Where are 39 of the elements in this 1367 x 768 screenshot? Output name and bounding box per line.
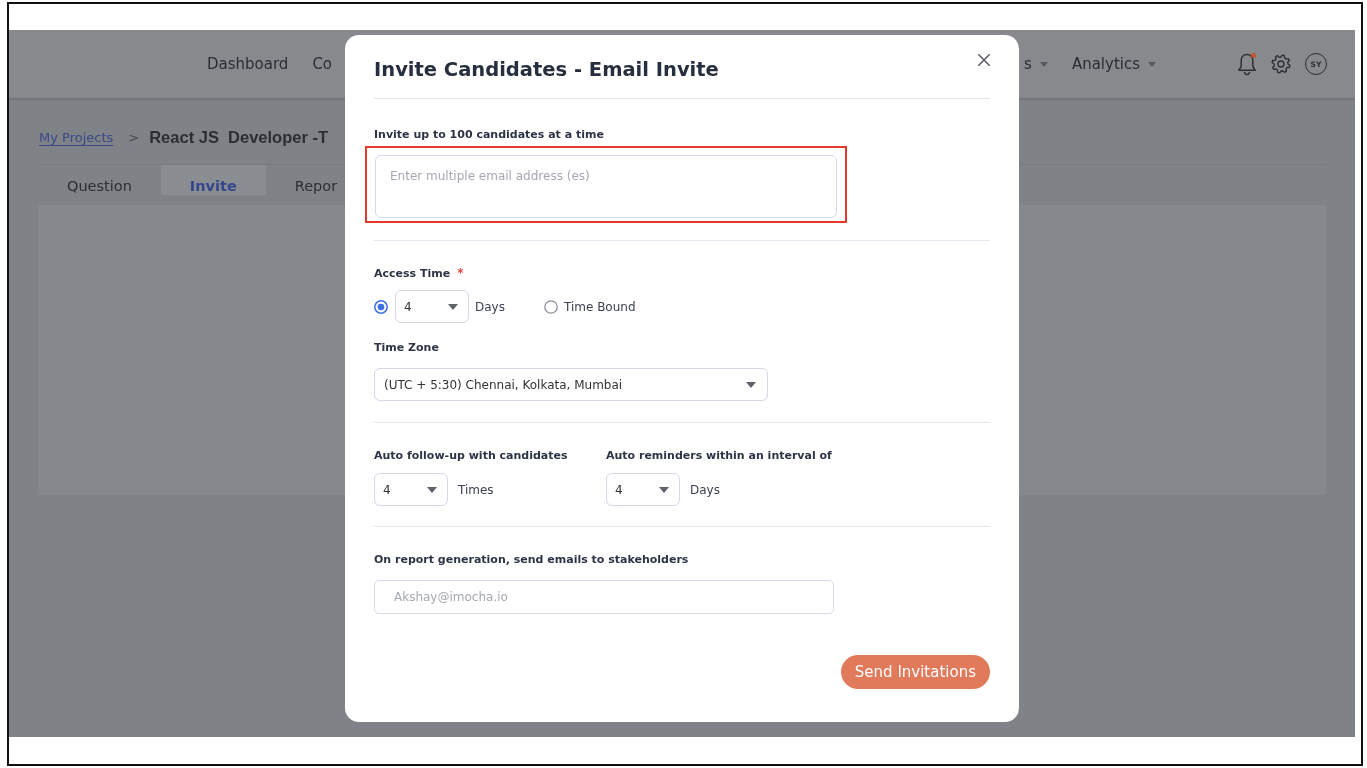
- unit-label: Days: [690, 482, 720, 497]
- nav-menu-item[interactable]: Co: [312, 55, 333, 73]
- send-invitations-button[interactable]: Send Invitations: [840, 655, 990, 689]
- stakeholder-email-field[interactable]: Akshay@imocha.io: [374, 580, 834, 614]
- field-label: Invite up to 100 candidates at a time: [374, 127, 604, 143]
- close-button[interactable]: [978, 54, 990, 66]
- page-title: React JS Developer -T: [149, 127, 329, 147]
- field-label: Auto reminders within an interval of: [606, 448, 832, 464]
- close-icon: [978, 54, 990, 66]
- bell-icon[interactable]: [1237, 52, 1257, 76]
- caret-icon: [427, 486, 437, 493]
- radio-button[interactable]: [543, 299, 558, 314]
- breadcrumb-separator: >: [128, 129, 140, 145]
- field-label: Time Zone: [374, 340, 439, 356]
- count-dropdown[interactable]: 4: [374, 473, 448, 506]
- nav-menu-item[interactable]: s: [1024, 55, 1048, 73]
- email-input-field[interactable]: Enter multiple email address (es): [375, 155, 837, 218]
- days-dropdown[interactable]: 4: [395, 290, 469, 323]
- modal-title: Invite Candidates - Email Invite: [374, 57, 719, 83]
- nav-menu-item[interactable]: Dashboard: [207, 55, 289, 73]
- count-dropdown[interactable]: 4: [606, 473, 680, 506]
- field-label: On report generation, send emails to stakeholders: [374, 552, 689, 568]
- radio-label[interactable]: Time Bound: [563, 299, 636, 314]
- caret-icon: [659, 486, 669, 493]
- unit-label: Times: [458, 482, 494, 497]
- unit-label: Days: [475, 299, 505, 314]
- caret-icon: [448, 303, 458, 310]
- tab[interactable]: Repor: [265, 165, 338, 195]
- tab[interactable]: Invite: [160, 165, 266, 195]
- timezone-dropdown[interactable]: (UTC + 5:30) Chennai, Kolkata, Mumbai: [374, 368, 768, 401]
- radio-button[interactable]: [374, 299, 388, 314]
- nav-menu-item[interactable]: Analytics: [1071, 55, 1156, 73]
- caret-icon: [746, 381, 756, 388]
- breadcrumb-link[interactable]: My Projects: [39, 129, 114, 145]
- field-label: Access Time: [374, 266, 451, 282]
- tab[interactable]: Question: [38, 165, 161, 195]
- settings-icon[interactable]: [1271, 54, 1291, 74]
- required-mark: *: [457, 266, 464, 280]
- field-label: Auto follow-up with candidates: [374, 448, 568, 464]
